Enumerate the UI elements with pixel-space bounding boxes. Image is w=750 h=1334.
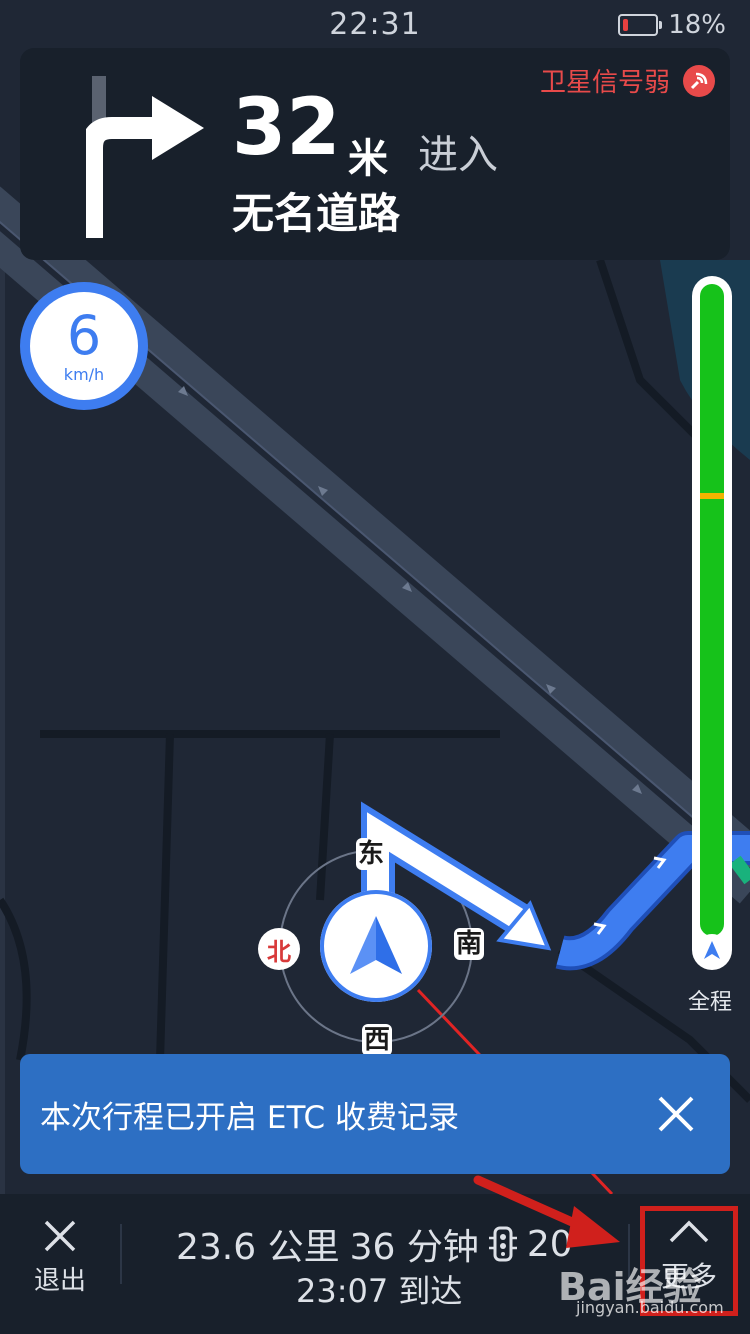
compass-east-label: 东	[356, 838, 387, 870]
status-bar: 22:31 18%	[0, 0, 750, 48]
exit-label: 退出	[33, 1266, 86, 1296]
current-speed-badge: 6 km/h	[20, 282, 148, 410]
annotation-arrow-icon	[473, 1175, 620, 1248]
maneuver-action: 进入	[418, 132, 498, 178]
compass-west-label: 西	[362, 1024, 393, 1056]
remaining-distance: 23.6 公里	[176, 1227, 340, 1268]
exit-button[interactable]: 退出	[18, 1216, 102, 1312]
compass-south-label: 南	[454, 928, 485, 960]
route-progress-fill	[700, 284, 724, 936]
toast-message: 本次行程已开启 ETC 收费记录	[40, 1099, 460, 1136]
speed-value: 6	[66, 303, 102, 367]
more-button[interactable]: 更多	[640, 1206, 738, 1316]
next-road-name: 无名道路	[232, 189, 401, 238]
arrival-time: 23:07 到达	[296, 1272, 463, 1310]
status-time: 22:31	[329, 6, 421, 42]
progress-car-icon	[696, 934, 728, 966]
maneuver-distance-unit: 米	[348, 136, 388, 182]
battery-level	[623, 19, 629, 31]
remaining-time: 36 分钟	[349, 1227, 479, 1268]
battery-percent: 18%	[668, 10, 726, 40]
route-progress-bar[interactable]	[692, 276, 732, 970]
full-route-label[interactable]: 全程	[688, 984, 732, 1016]
more-label: 更多	[660, 1260, 717, 1293]
speed-inner: 6 km/h	[30, 292, 138, 400]
guidance-card[interactable]: 32 米 进入 无名道路 卫星信号弱	[20, 48, 730, 260]
traffic-slow-marker	[700, 493, 724, 499]
gps-warning-text: 卫星信号弱	[539, 68, 670, 98]
maneuver-distance: 32	[232, 83, 341, 173]
battery-icon	[618, 14, 663, 36]
close-icon	[44, 1220, 76, 1252]
gps-weak-warning: 卫星信号弱	[540, 62, 716, 99]
satellite-signal-icon	[683, 64, 715, 97]
speed-unit: km/h	[63, 364, 105, 384]
chevron-up-icon	[669, 1220, 709, 1243]
turn-right-icon	[86, 76, 204, 238]
vehicle-position-marker[interactable]	[320, 890, 432, 1002]
etc-notification-toast: 本次行程已开启 ETC 收费记录	[20, 1054, 730, 1174]
bottom-trip-bar: 退出 23.6 公里 36 分钟 20 23:07 到达 更多	[0, 1194, 750, 1334]
close-icon[interactable]	[654, 1092, 698, 1136]
compass-north-label: 北	[258, 928, 300, 970]
navigation-arrow-icon	[350, 916, 402, 974]
divider	[120, 1224, 122, 1284]
battery-indicator: 18%	[618, 10, 726, 40]
